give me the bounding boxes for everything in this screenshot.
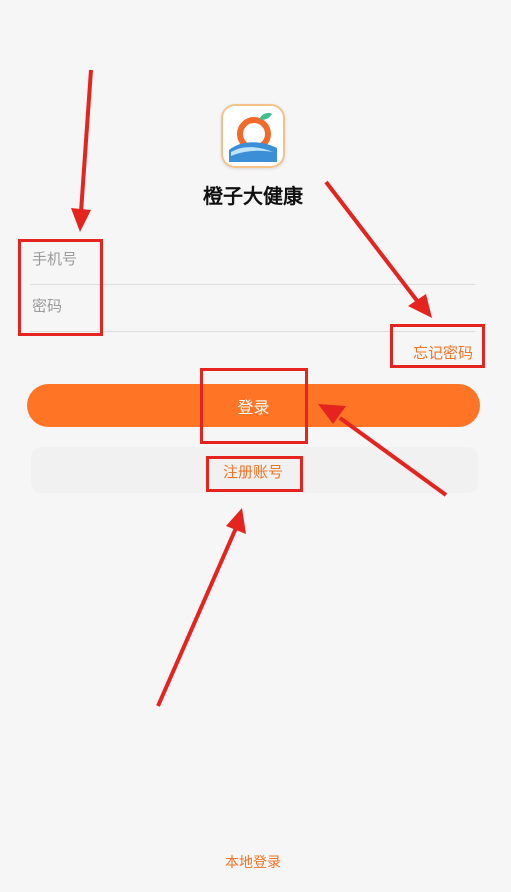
annotation-arrow-forgot [324,180,432,318]
annotation-arrow-register [156,508,246,707]
annotation-arrow-credentials [71,69,93,232]
annotation-arrows [71,69,448,707]
annotation-arrow-login [318,404,448,497]
